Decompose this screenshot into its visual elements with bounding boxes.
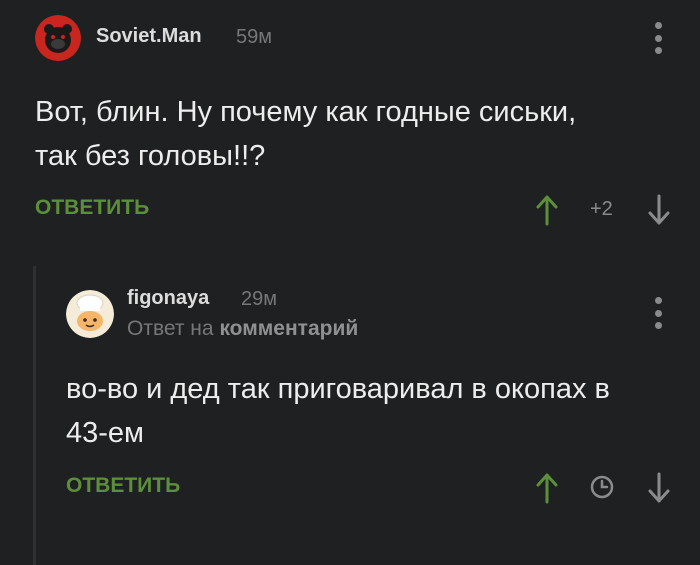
reply-time: 29м — [241, 288, 277, 310]
reply-text-line2: 43-ем — [66, 417, 144, 449]
upvote-arrow-up-icon[interactable] — [535, 472, 559, 504]
reply-menu-icon[interactable] — [652, 297, 664, 329]
avatar-image — [66, 290, 114, 338]
comments-thread: Soviet.Man 59м Вот, блин. Ну почему как … — [0, 0, 700, 565]
comment-author[interactable]: Soviet.Man — [96, 25, 202, 48]
comment-time: 59м — [236, 26, 272, 48]
reply-text-line1: во-во и дед так приговаривал в окопах в — [66, 373, 610, 405]
downvote-arrow-down-icon[interactable] — [647, 194, 671, 226]
comment-rating: +2 — [590, 198, 613, 220]
reply-reply-button[interactable]: ОТВЕТИТЬ — [66, 474, 180, 498]
comment-menu-icon[interactable] — [652, 22, 664, 54]
comment-text-line2: так без головы!!? — [35, 140, 266, 172]
thread-indent-line[interactable] — [33, 266, 36, 565]
reply-author[interactable]: figonaya — [127, 287, 209, 310]
avatar-soviet-man[interactable] — [35, 15, 81, 61]
pending-clock-icon — [590, 475, 614, 499]
upvote-arrow-up-icon[interactable] — [535, 194, 559, 226]
comment-reply-button[interactable]: ОТВЕТИТЬ — [35, 196, 149, 220]
reply-to-prefix: Ответ на — [127, 317, 214, 340]
reply-to-comment-link[interactable]: комментарий — [219, 317, 358, 340]
downvote-arrow-down-icon[interactable] — [647, 472, 671, 504]
reply-to-label: Ответ на комментарий — [127, 317, 358, 341]
avatar-image — [35, 15, 81, 61]
comment-text-line1: Вот, блин. Ну почему как годные сиськи, — [35, 96, 577, 128]
avatar-figonaya[interactable] — [66, 290, 114, 338]
